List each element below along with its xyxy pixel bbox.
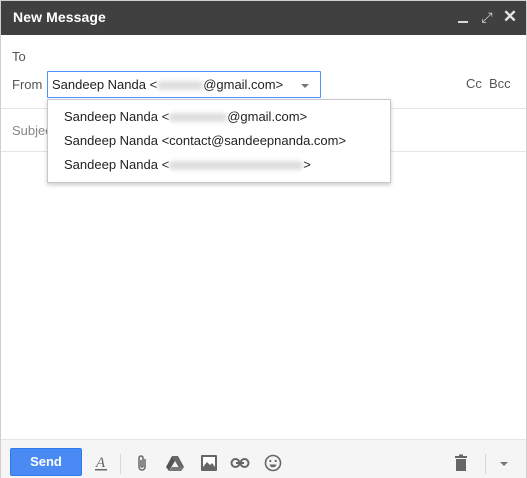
to-label[interactable]: To <box>12 49 26 64</box>
from-label: From <box>12 77 43 92</box>
from-option-name: Sandeep Nanda < <box>64 157 170 172</box>
from-option-email-suffix: > <box>303 157 311 172</box>
attach-icon[interactable] <box>133 453 153 473</box>
toolbar-separator <box>120 454 121 474</box>
from-option[interactable]: Sandeep Nanda < @gmail.com> <box>48 105 390 129</box>
minimize-icon[interactable] <box>453 7 473 27</box>
more-options-icon[interactable] <box>500 462 508 466</box>
from-option-name: Sandeep Nanda < <box>64 109 170 124</box>
format-text-icon[interactable]: A <box>91 453 111 473</box>
from-select-name: Sandeep Nanda < <box>52 77 158 92</box>
photo-icon[interactable] <box>199 453 219 473</box>
from-select[interactable]: Sandeep Nanda < @gmail.com> <box>47 71 321 98</box>
redacted-email <box>157 81 204 91</box>
emoji-icon[interactable] <box>263 453 283 473</box>
chevron-down-icon[interactable] <box>301 84 309 88</box>
from-option[interactable]: Sandeep Nanda <contact@sandeepnanda.com> <box>48 129 390 153</box>
bcc-link[interactable]: Bcc <box>489 76 511 91</box>
cc-link[interactable]: Cc <box>466 76 482 91</box>
toolbar-separator <box>485 454 486 474</box>
send-button[interactable]: Send <box>10 448 82 476</box>
compose-title: New Message <box>13 9 106 25</box>
from-option-email-suffix: @gmail.com> <box>227 109 308 124</box>
maximize-icon[interactable]: ⤢ <box>477 7 497 27</box>
link-icon[interactable] <box>230 453 250 473</box>
redacted-email <box>169 161 304 171</box>
from-option-name: Sandeep Nanda <contact@sandeepnanda.com> <box>64 133 347 148</box>
svg-text:A: A <box>95 455 106 471</box>
from-select-value: Sandeep Nanda < @gmail.com> <box>52 77 283 92</box>
drive-icon[interactable] <box>165 453 185 473</box>
close-icon[interactable]: ✕ <box>500 7 520 27</box>
compose-window: New Message ⤢ ✕ To From Sandeep Nanda < @… <box>0 0 527 478</box>
redacted-email <box>169 113 228 123</box>
from-option[interactable]: Sandeep Nanda < > <box>48 153 390 177</box>
compose-titlebar[interactable]: New Message ⤢ ✕ <box>1 1 526 35</box>
compose-toolbar: Send A <box>1 439 526 478</box>
trash-icon[interactable] <box>451 453 471 473</box>
from-select-email-suffix: @gmail.com> <box>203 77 284 92</box>
from-dropdown-menu: Sandeep Nanda < @gmail.com> Sandeep Nanda… <box>47 99 391 183</box>
